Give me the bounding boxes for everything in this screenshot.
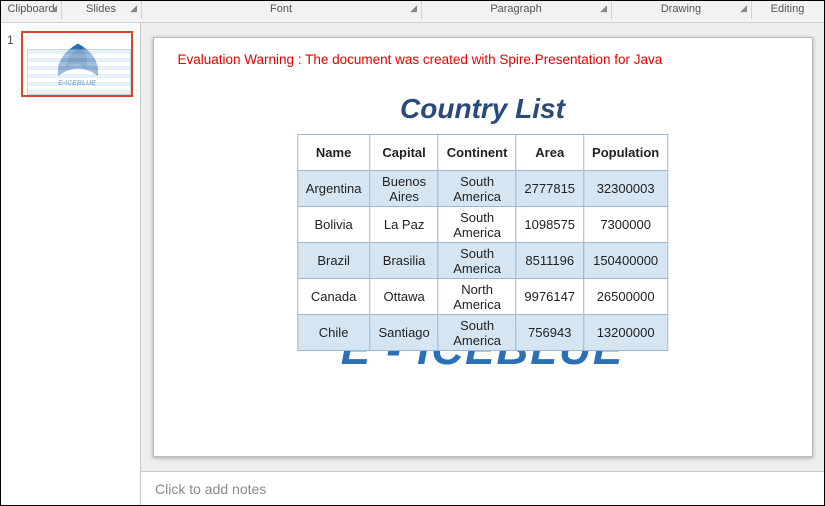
table-row[interactable]: Bolivia La Paz South America 1098575 730… — [297, 207, 667, 243]
thumbnail-row: 1 E-ICEBLUE — [1, 31, 140, 97]
table-cell[interactable]: Canada — [297, 279, 370, 315]
table-cell[interactable]: 13200000 — [584, 315, 668, 351]
table-cell[interactable]: North America — [438, 279, 516, 315]
table-cell[interactable]: 9976147 — [516, 279, 584, 315]
table-cell[interactable]: Ottawa — [370, 279, 438, 315]
table-cell[interactable]: 1098575 — [516, 207, 584, 243]
table-cell[interactable]: South America — [438, 315, 516, 351]
ribbon-group-label: Editing — [771, 3, 805, 15]
thumbnail-number: 1 — [7, 31, 21, 97]
table-header-cell[interactable]: Name — [297, 135, 370, 171]
table-cell[interactable]: La Paz — [370, 207, 438, 243]
table-row[interactable]: Canada Ottawa North America 9976147 2650… — [297, 279, 667, 315]
table-row[interactable]: Chile Santiago South America 756943 1320… — [297, 315, 667, 351]
table-header-cell[interactable]: Population — [584, 135, 668, 171]
evaluation-warning: Evaluation Warning : The document was cr… — [178, 52, 663, 67]
table-cell[interactable]: 150400000 — [584, 243, 668, 279]
table-row[interactable]: Argentina Buenos Aires South America 277… — [297, 171, 667, 207]
slide-thumbnail-panel[interactable]: 1 E-ICEBLUE — [1, 23, 141, 505]
table-cell[interactable]: 2777815 — [516, 171, 584, 207]
table-cell[interactable]: Buenos Aires — [370, 171, 438, 207]
slide-canvas[interactable]: Evaluation Warning : The document was cr… — [153, 37, 813, 457]
table-cell[interactable]: Santiago — [370, 315, 438, 351]
ribbon-group-label: Clipboard — [7, 3, 54, 15]
table-cell[interactable]: Bolivia — [297, 207, 370, 243]
table-cell[interactable]: 756943 — [516, 315, 584, 351]
table-cell[interactable]: Brazil — [297, 243, 370, 279]
table-cell[interactable]: 7300000 — [584, 207, 668, 243]
table-cell[interactable]: 32300003 — [584, 171, 668, 207]
ribbon-group-editing[interactable]: Editing — [751, 3, 824, 15]
table-header-row: Name Capital Continent Area Population — [297, 135, 667, 171]
table-cell[interactable]: Brasilia — [370, 243, 438, 279]
country-table[interactable]: Name Capital Continent Area Population A… — [297, 134, 668, 351]
notes-placeholder: Click to add notes — [155, 481, 266, 497]
table-cell[interactable]: 26500000 — [584, 279, 668, 315]
workspace: 1 E-ICEBLUE Evaluation Warning : The doc… — [1, 23, 824, 505]
ribbon-group-paragraph[interactable]: Paragraph ◢ — [421, 3, 611, 15]
slide-thumbnail-1[interactable]: E-ICEBLUE — [21, 31, 133, 97]
dialog-launcher-icon[interactable]: ◢ — [600, 3, 607, 14]
dialog-launcher-icon[interactable]: ◢ — [50, 3, 57, 14]
ribbon-group-label: Font — [270, 3, 292, 15]
table-header-cell[interactable]: Continent — [438, 135, 516, 171]
table-row[interactable]: Brazil Brasilia South America 8511196 15… — [297, 243, 667, 279]
table-header-cell[interactable]: Capital — [370, 135, 438, 171]
slide-title[interactable]: Country List — [154, 93, 812, 125]
ribbon-group-label: Paragraph — [490, 3, 541, 15]
ribbon-group-label: Drawing — [661, 3, 701, 15]
ribbon-group-drawing[interactable]: Drawing ◢ — [611, 3, 751, 15]
dialog-launcher-icon[interactable]: ◢ — [410, 3, 417, 14]
table-cell[interactable]: Chile — [297, 315, 370, 351]
slide-stage: Evaluation Warning : The document was cr… — [141, 23, 824, 505]
ribbon-group-font[interactable]: Font ◢ — [141, 3, 421, 15]
table-cell[interactable]: South America — [438, 243, 516, 279]
canvas-wrap[interactable]: Evaluation Warning : The document was cr… — [141, 23, 824, 471]
table-header-cell[interactable]: Area — [516, 135, 584, 171]
ribbon-group-clipboard[interactable]: Clipboard ◢ — [1, 3, 61, 15]
ribbon-group-label: Slides — [86, 3, 116, 15]
table-cell[interactable]: South America — [438, 207, 516, 243]
app-window: Clipboard ◢ Slides ◢ Font ◢ Paragraph ◢ … — [0, 0, 825, 506]
dialog-launcher-icon[interactable]: ◢ — [130, 3, 137, 14]
ribbon-group-labels: Clipboard ◢ Slides ◢ Font ◢ Paragraph ◢ … — [1, 1, 824, 23]
notes-pane[interactable]: Click to add notes — [141, 471, 824, 505]
table-cell[interactable]: 8511196 — [516, 243, 584, 279]
ribbon-group-slides[interactable]: Slides ◢ — [61, 3, 141, 15]
table-cell[interactable]: South America — [438, 171, 516, 207]
table-cell[interactable]: Argentina — [297, 171, 370, 207]
dialog-launcher-icon[interactable]: ◢ — [740, 3, 747, 14]
